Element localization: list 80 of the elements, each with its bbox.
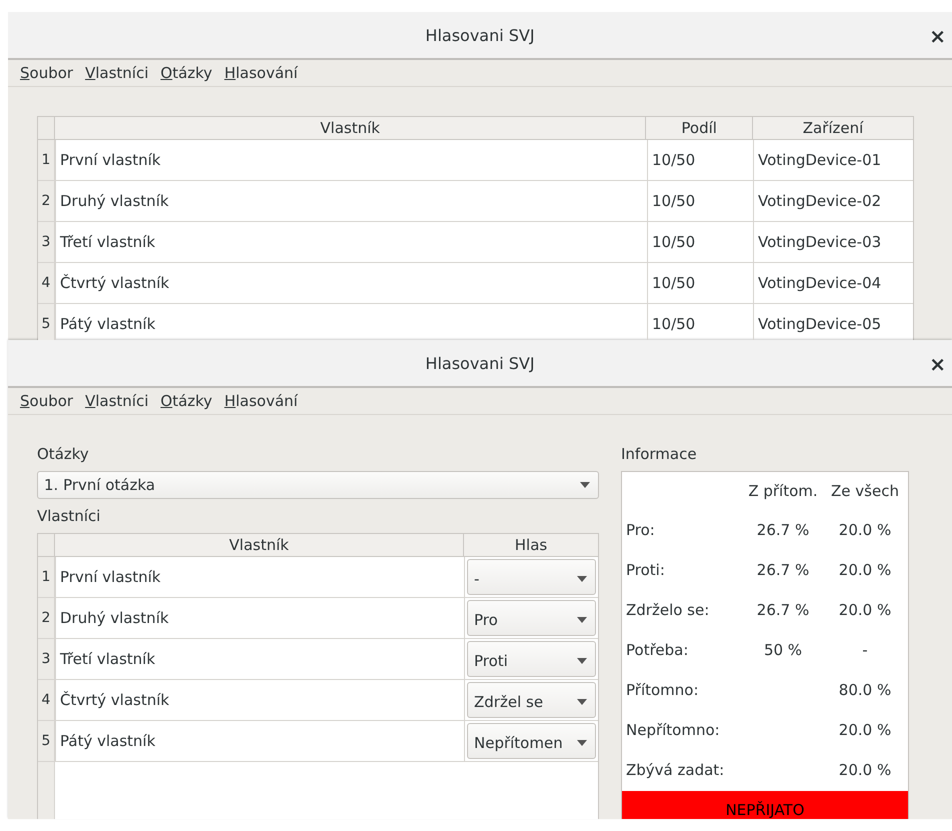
result-banner: NEPŘIJATO	[622, 791, 908, 819]
vote-dropdown[interactable]: Zdržel se	[467, 682, 596, 718]
info-value: 20.0 %	[838, 721, 892, 739]
table-cell: Pátý vlastník	[55, 721, 464, 761]
window-title: Hlasovani SVJ	[425, 354, 535, 372]
vote-dropdown[interactable]: Pro	[467, 600, 596, 636]
window-title: Hlasovani SVJ	[425, 26, 535, 44]
table-cell: 10/50	[647, 222, 753, 262]
menu-item[interactable]: Vlastníci	[85, 64, 155, 82]
row-number: 1	[38, 140, 55, 180]
info-value: 20.0 %	[838, 561, 892, 579]
table-cell: Čtvrtý vlastník	[55, 680, 464, 720]
caret-icon	[580, 482, 590, 488]
row-number: 2	[38, 598, 55, 638]
info-value: 50 %	[764, 641, 802, 659]
info-label: Informace	[621, 445, 698, 463]
table-cell: Třetí vlastník	[55, 639, 464, 679]
caret-icon	[577, 617, 587, 623]
caret-icon	[577, 740, 587, 746]
info-label-text: Přítomno:	[626, 681, 700, 699]
info-value: 26.7 %	[756, 561, 810, 579]
info-label-text: Zbývá zadat:	[626, 761, 726, 779]
table-cell: VotingDevice-04	[753, 263, 913, 303]
vote-dropdown[interactable]: -	[467, 559, 596, 595]
column-header: Z přítom.	[747, 482, 819, 500]
questions-label: Otázky	[37, 445, 90, 463]
row-number: 1	[38, 557, 55, 597]
column-header[interactable]: Vlastník	[54, 534, 463, 556]
table-cell: První vlastník	[55, 557, 464, 597]
menu-item[interactable]: Soubor	[20, 64, 80, 82]
column-header: Ze všech	[830, 482, 900, 500]
column-header[interactable]: Podíl	[645, 117, 752, 139]
row-number: 2	[38, 181, 55, 221]
info-label-text: Potřeba:	[626, 641, 690, 659]
row-number: 5	[38, 304, 55, 340]
table-cell: VotingDevice-01	[753, 140, 913, 180]
table-cell: Druhý vlastník	[55, 181, 647, 221]
table-cell: Třetí vlastník	[55, 222, 647, 262]
table-cell: 10/50	[647, 181, 753, 221]
row-number: 4	[38, 263, 55, 303]
row-number: 3	[38, 222, 55, 262]
column-header[interactable]: Vlastník	[54, 117, 646, 139]
info-value: 20.0 %	[838, 761, 892, 779]
table-cell: 10/50	[647, 140, 753, 180]
info-value: 20.0 %	[838, 521, 892, 539]
info-label-text: Pro:	[626, 521, 656, 539]
row-number: 3	[38, 639, 55, 679]
menu-item[interactable]: Soubor	[20, 392, 80, 410]
info-value: 26.7 %	[756, 521, 810, 539]
info-value: -	[862, 641, 868, 659]
caret-icon	[577, 658, 587, 664]
menu-item[interactable]: Otázky	[160, 64, 218, 82]
menu-item[interactable]: Hlasování	[224, 64, 304, 82]
column-header[interactable]: Hlas	[463, 534, 598, 556]
info-label-text: Proti:	[626, 561, 666, 579]
menu-item[interactable]: Hlasování	[224, 392, 304, 410]
info-value: 26.7 %	[756, 601, 810, 619]
table-cell: Druhý vlastník	[55, 598, 464, 638]
table-cell: VotingDevice-02	[753, 181, 913, 221]
table-cell: Čtvrtý vlastník	[55, 263, 647, 303]
info-label-text: Nepřítomno:	[626, 721, 721, 739]
menu-item[interactable]: Otázky	[160, 392, 218, 410]
caret-icon	[577, 576, 587, 582]
row-number: 4	[38, 680, 55, 720]
owners-label: Vlastníci	[37, 507, 102, 525]
info-value: 20.0 %	[838, 601, 892, 619]
info-label-text: Zdrželo se:	[626, 601, 710, 619]
table-cell: První vlastník	[55, 140, 647, 180]
close-button[interactable]: ×	[927, 352, 948, 376]
table-cell: 10/50	[647, 263, 753, 303]
info-value: 80.0 %	[838, 681, 892, 699]
vote-dropdown[interactable]: Nepřítomen	[467, 723, 596, 759]
table-cell: VotingDevice-03	[753, 222, 913, 262]
row-number: 5	[38, 721, 55, 761]
menu-item[interactable]: Vlastníci	[85, 392, 155, 410]
close-button[interactable]: ×	[927, 24, 948, 48]
vote-dropdown[interactable]: Proti	[467, 641, 596, 677]
caret-icon	[577, 699, 587, 705]
column-header[interactable]: Zařízení	[752, 117, 913, 139]
question-dropdown[interactable]: 1. První otázka	[37, 471, 599, 499]
